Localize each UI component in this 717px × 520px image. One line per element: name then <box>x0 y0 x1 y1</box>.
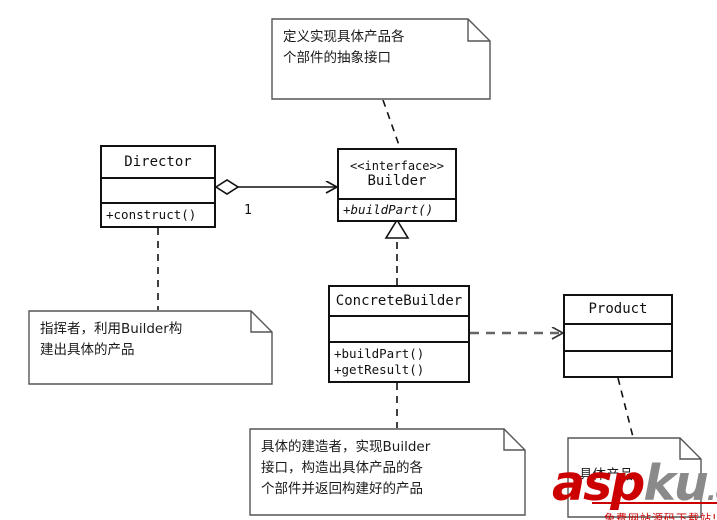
concretebuilder-name-compartment: ConcreteBuilder <box>330 287 468 315</box>
note-product-text: 具体产品 <box>579 467 633 483</box>
note-director-text: 指挥者，利用Builder构 建出具体的产品 <box>40 321 183 358</box>
edge-concretebuilder-builder-realization <box>384 218 410 285</box>
director-class-name: Director <box>124 153 192 170</box>
watermark-domain-suffix: .com <box>706 477 717 506</box>
note-builder[interactable]: 定义实现具体产品各 个部件的抽象接口 <box>271 18 491 100</box>
builder-stereotype: <<interface>> <box>350 158 444 173</box>
builder-operations-compartment: +buildPart() <box>339 198 455 220</box>
concretebuilder-attributes-compartment <box>330 315 468 341</box>
builder-name-compartment: <<interface>> Builder <box>339 150 455 198</box>
concretebuilder-operation-getresult: +getResult() <box>334 362 425 377</box>
product-operations-compartment <box>565 350 671 376</box>
builder-operation-buildpart: +buildPart() <box>343 202 434 217</box>
director-name-compartment: Director <box>102 147 214 177</box>
aggregation-diamond <box>214 179 240 195</box>
director-operation-construct: +construct() <box>106 207 197 222</box>
director-attributes-compartment <box>102 177 214 202</box>
concretebuilder-operations-compartment: +buildPart() +getResult() <box>330 341 468 381</box>
note-product[interactable]: 具体产品 <box>567 437 702 518</box>
note-concrete-builder[interactable]: 具体的建造者，实现Builder 接口，构造出具体产品的各 个部件并返回构建好的… <box>249 428 526 516</box>
uml-diagram-canvas: 定义实现具体产品各 个部件的抽象接口 指挥者，利用Builder构 建出具体的产… <box>0 0 717 520</box>
concretebuilder-class-name: ConcreteBuilder <box>335 292 463 309</box>
product-class-name: Product <box>588 301 648 317</box>
builder-class-name: Builder <box>367 172 427 189</box>
note-director[interactable]: 指挥者，利用Builder构 建出具体的产品 <box>28 310 273 385</box>
class-box-concretebuilder[interactable]: ConcreteBuilder +buildPart() +getResult(… <box>328 285 470 383</box>
note-anchor-product <box>617 377 634 438</box>
multiplicity-label-director-builder: 1 <box>244 203 252 218</box>
class-box-builder[interactable]: <<interface>> Builder +buildPart() <box>337 148 457 222</box>
product-attributes-compartment <box>565 323 671 350</box>
director-operations-compartment: +construct() <box>102 202 214 226</box>
product-name-compartment: Product <box>565 296 671 323</box>
note-builder-text: 定义实现具体产品各 个部件的抽象接口 <box>283 29 405 66</box>
note-anchor-builder <box>382 99 401 149</box>
concretebuilder-operation-buildpart: +buildPart() <box>334 346 425 361</box>
class-box-director[interactable]: Director +construct() <box>100 145 216 228</box>
class-box-product[interactable]: Product <box>563 294 673 378</box>
edge-director-builder-aggregation <box>214 179 337 195</box>
generalization-triangle <box>384 218 410 239</box>
note-concrete-builder-text: 具体的建造者，实现Builder 接口，构造出具体产品的各 个部件并返回构建好的… <box>261 439 431 497</box>
